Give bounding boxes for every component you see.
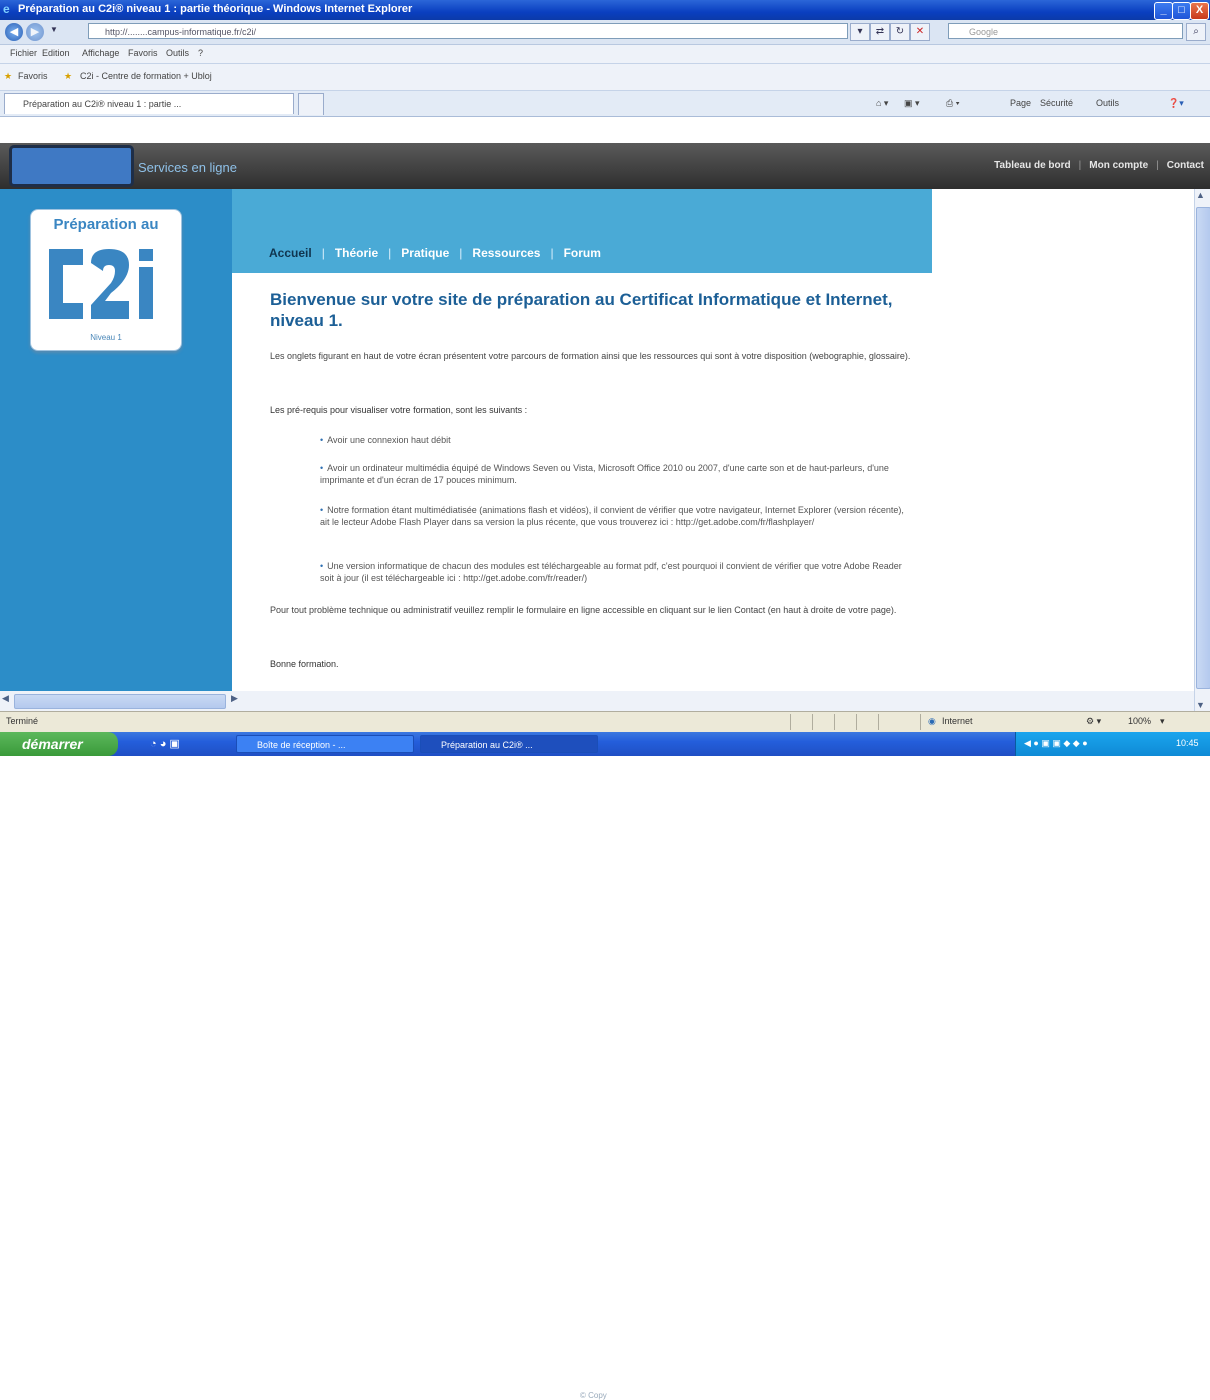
- support-text: Pour tout problème technique ou administ…: [270, 605, 897, 615]
- tab-row: Préparation au C2i® niveau 1 : partie ..…: [0, 91, 1210, 117]
- scroll-left-icon[interactable]: ◀: [2, 693, 9, 704]
- left-column: Préparation au Niveau 1: [0, 189, 232, 691]
- menu-help[interactable]: ?: [198, 48, 203, 58]
- nav-accueil[interactable]: Accueil: [269, 246, 312, 260]
- favorite-link[interactable]: C2i - Centre de formation + Ubloj: [80, 71, 212, 81]
- search-input[interactable]: Google: [948, 23, 1183, 39]
- home-icon[interactable]: ⌂ ▾: [876, 98, 888, 109]
- scroll-down-icon[interactable]: ▼: [1196, 700, 1205, 710]
- address-input[interactable]: http://........campus-informatique.fr/c2…: [88, 23, 848, 39]
- start-button[interactable]: démarrer: [0, 732, 118, 756]
- maximize-button[interactable]: □: [1172, 2, 1191, 20]
- site-header: Services en ligne Tableau de bord | Mon co…: [0, 143, 1210, 189]
- task-ie[interactable]: Préparation au C2i® ...: [420, 735, 598, 753]
- logo-level: Niveau 1: [90, 333, 122, 342]
- favorites-bar: ★ Favoris ★ C2i - Centre de formation + …: [0, 64, 1210, 91]
- site-header-gap: [0, 117, 1210, 143]
- add-favorite-icon: ★: [64, 71, 73, 81]
- services-label: Services en ligne: [138, 160, 237, 175]
- print-icon[interactable]: ⎙ ▾: [946, 98, 959, 109]
- logo-top-text: Préparation au: [53, 216, 159, 233]
- scroll-right-icon[interactable]: ▶: [231, 693, 238, 704]
- history-dropdown-icon[interactable]: ▼: [50, 25, 58, 34]
- list-item: • Notre formation étant multimédiatisée (…: [320, 505, 904, 527]
- task-mail[interactable]: Boîte de réception - ...: [236, 735, 414, 753]
- favorites-star-icon: ★: [4, 71, 13, 81]
- minimize-button[interactable]: _: [1154, 2, 1173, 20]
- address-dropdown-icon[interactable]: ▾: [850, 23, 870, 41]
- close-button[interactable]: X: [1190, 2, 1209, 20]
- top-links: Tableau de bord | Mon compte | Contact: [994, 160, 1204, 171]
- new-tab-button[interactable]: [298, 93, 324, 115]
- intro-text: Les onglets figurant en haut de votre éc…: [270, 351, 911, 361]
- forward-button[interactable]: ▶: [26, 23, 44, 41]
- favorites-button[interactable]: Favoris: [18, 71, 48, 81]
- c2i-logo: Préparation au Niveau 1: [30, 209, 182, 351]
- page-title: Bienvenue sur votre site de préparation …: [270, 290, 893, 330]
- status-bar: Terminé ◉ Internet ⚙ ▾ 100% ▾: [0, 711, 1210, 733]
- clock: 10:45: [1176, 738, 1199, 748]
- tools-menu[interactable]: Outils: [1096, 98, 1119, 108]
- vertical-scrollbar[interactable]: ▲ ▼: [1194, 189, 1210, 711]
- ie-icon: e: [3, 2, 10, 16]
- stop-icon[interactable]: ✕: [910, 23, 930, 41]
- vertical-scroll-thumb[interactable]: [1196, 207, 1210, 689]
- closing-text: Bonne formation.: [270, 659, 339, 669]
- zone-text: Internet: [942, 716, 973, 726]
- nav-strip: Accueil | Théorie | Pratique | Ressources | Foru…: [232, 189, 932, 273]
- tray-icons[interactable]: ◀ ● ▣ ▣ ◆ ◆ ●: [1024, 738, 1088, 749]
- page-menu[interactable]: Page: [1010, 98, 1031, 108]
- window-title-bar: e Préparation au C2i® niveau 1 : partie …: [0, 0, 1210, 20]
- security-menu[interactable]: Sécurité: [1040, 98, 1073, 108]
- menu-outils[interactable]: Outils: [166, 48, 189, 58]
- compat-view-icon[interactable]: ⇄: [870, 23, 890, 41]
- dashboard-link[interactable]: Tableau de bord: [994, 160, 1071, 171]
- horizontal-scrollbar[interactable]: ◀ ▶ © Copy: [0, 691, 1194, 1400]
- feeds-icon[interactable]: ▣ ▾: [904, 98, 920, 109]
- scroll-up-icon[interactable]: ▲: [1196, 190, 1205, 200]
- window-title: Préparation au C2i® niveau 1 : partie th…: [18, 3, 413, 15]
- list-item: • Une version informatique de chacun des …: [320, 561, 902, 583]
- search-icon[interactable]: ⌕: [1186, 23, 1206, 41]
- back-button[interactable]: ◀: [5, 23, 23, 41]
- browser-tab[interactable]: Préparation au C2i® niveau 1 : partie ..…: [4, 93, 294, 114]
- refresh-icon[interactable]: ↻: [890, 23, 910, 41]
- help-icon[interactable]: ❓▾: [1168, 98, 1184, 109]
- site-logo-placeholder[interactable]: [9, 145, 134, 187]
- nav-ressources[interactable]: Ressources: [472, 246, 540, 260]
- contact-link[interactable]: Contact: [1167, 160, 1204, 171]
- footer-cut-text: © Copy: [580, 1391, 607, 1400]
- menu-affichage[interactable]: Affichage: [82, 48, 119, 58]
- address-row: ◀ ▶ ▼ http://........campus-informatique…: [0, 20, 1210, 45]
- menu-bar: Fichier Edition Affichage Favoris Outils…: [0, 45, 1210, 64]
- nav-forum[interactable]: Forum: [564, 246, 601, 260]
- globe-icon: ◉: [928, 716, 936, 726]
- right-blank-pane: [932, 189, 1194, 691]
- protected-mode-icon[interactable]: ⚙ ▾: [1086, 716, 1101, 727]
- account-link[interactable]: Mon compte: [1089, 160, 1148, 171]
- menu-favoris[interactable]: Favoris: [128, 48, 158, 58]
- prereq-heading: Les pré-requis pour visualiser votre for…: [270, 405, 528, 415]
- taskbar: démarrer ◔ ◕ ▣ Boîte de réception - ... …: [0, 732, 1210, 756]
- zoom-level[interactable]: 100%: [1128, 716, 1151, 726]
- nav-theorie[interactable]: Théorie: [335, 246, 378, 260]
- main-nav: Accueil | Théorie | Pratique | Ressources | Foru…: [269, 246, 601, 260]
- nav-pratique[interactable]: Pratique: [401, 246, 449, 260]
- menu-fichier[interactable]: Fichier: [10, 48, 37, 58]
- status-text: Terminé: [6, 716, 39, 726]
- quicklaunch-icons[interactable]: ◔ ◕ ▣: [150, 737, 180, 750]
- list-item: • Avoir un ordinateur multimédia équipé d…: [320, 463, 889, 485]
- horizontal-scroll-thumb[interactable]: [14, 694, 226, 709]
- menu-edition[interactable]: Edition: [42, 48, 70, 58]
- list-item: • Avoir une connexion haut débit: [320, 435, 451, 445]
- c2i-mark-icon: [49, 249, 153, 319]
- system-tray: ◀ ● ▣ ▣ ◆ ◆ ● 10:45: [1015, 732, 1210, 756]
- zoom-dropdown-icon[interactable]: ▾: [1160, 716, 1165, 727]
